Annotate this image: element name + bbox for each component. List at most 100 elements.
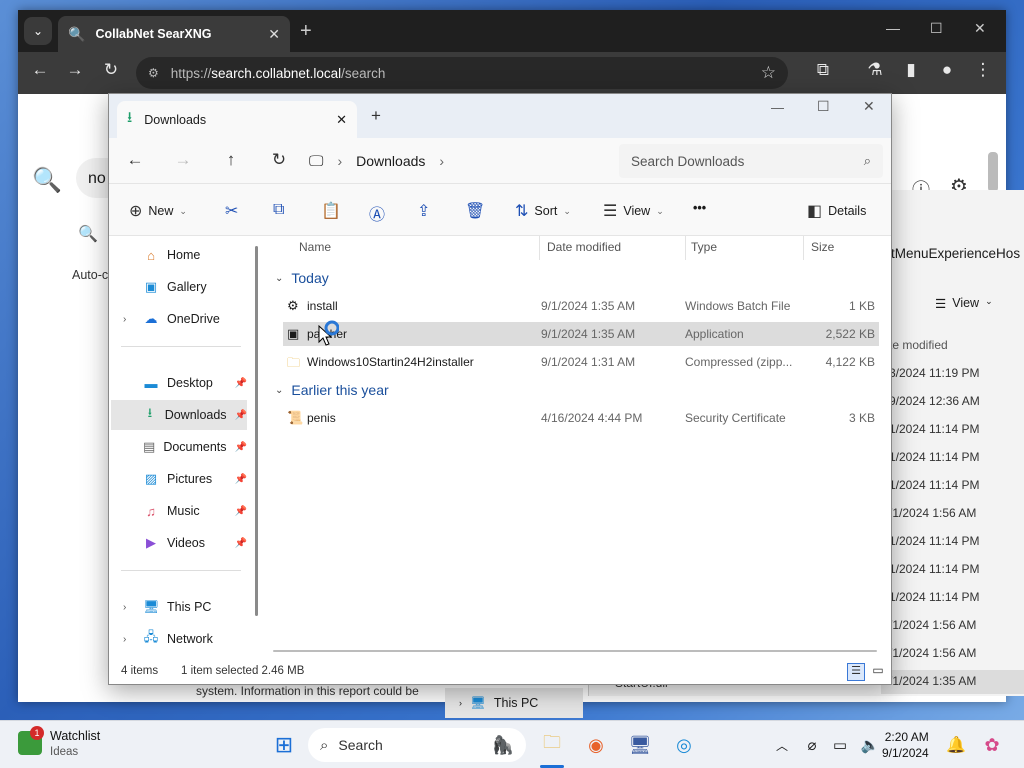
close-tab-icon[interactable]: ✕ — [268, 26, 280, 43]
refresh-icon[interactable]: ↻ — [267, 150, 291, 170]
firefox-icon[interactable]: ◉ — [582, 731, 610, 759]
notifications-bell-icon[interactable]: 🔔 — [942, 731, 970, 759]
extensions-icon[interactable]: ⧉ — [810, 60, 836, 80]
nav-item-videos[interactable]: ▶Videos📌 — [111, 528, 247, 558]
sort-button[interactable]: ⇅Sort⌄ — [515, 201, 571, 221]
start-windows-icon[interactable]: ⊞ — [270, 731, 298, 759]
delete-button[interactable]: 🗑 — [465, 201, 485, 221]
widget-title[interactable]: Watchlist — [50, 729, 100, 743]
nav-item-desktop[interactable]: ▬Desktop📌 — [111, 368, 247, 398]
labs-icon[interactable]: ⚗ — [862, 60, 888, 80]
group-header-earlier[interactable]: ⌄Earlier this year — [275, 382, 389, 398]
more-options-button[interactable]: ••• — [693, 201, 706, 215]
explorer2-view-button[interactable]: ☰View⌄ — [935, 296, 993, 311]
nav-item-documents[interactable]: ▤Documents📌 — [111, 432, 247, 462]
nav-item-music[interactable]: ♫Music📌 — [111, 496, 247, 526]
nav-item-home[interactable]: ⌂Home — [111, 240, 247, 270]
tiles-view-icon[interactable]: ▭ — [869, 663, 887, 681]
rename-button[interactable]: Ⓐ — [369, 201, 385, 225]
close-tab-icon[interactable]: ✕ — [336, 112, 347, 128]
pin-icon[interactable]: 📌 — [235, 538, 247, 549]
new-tab-button[interactable]: + — [371, 106, 381, 126]
profile-avatar[interactable]: ● — [934, 60, 960, 80]
back-icon[interactable]: ← — [123, 150, 147, 170]
browser-tab[interactable]: 🔍 CollabNet SearXNG ✕ — [58, 16, 290, 52]
reload-icon[interactable]: ↻ — [98, 60, 124, 80]
menu-icon[interactable]: ⋮ — [970, 60, 996, 80]
details-button[interactable]: ◧Details — [807, 201, 866, 221]
nav-item-gallery[interactable]: ▣Gallery — [111, 272, 247, 302]
chevron-right-icon[interactable]: › — [123, 602, 126, 613]
page-scrollbar[interactable] — [988, 152, 998, 192]
nav-item-network[interactable]: ›🖧Network — [111, 624, 247, 654]
up-icon[interactable]: ↑ — [219, 150, 243, 170]
forward-icon[interactable]: → — [171, 150, 195, 170]
chevron-right-icon[interactable]: › — [123, 314, 126, 325]
display-icon[interactable]: ▭ — [826, 731, 854, 759]
search-downloads-input[interactable]: Search Downloads ⌕ — [619, 144, 883, 178]
gallery-icon: ▣ — [143, 279, 159, 295]
maximize-icon[interactable]: ☐ — [817, 98, 830, 115]
site-info-icon[interactable]: ⚙ — [148, 66, 159, 80]
network-off-icon[interactable]: ⌀ — [798, 731, 826, 759]
details-view-icon[interactable]: ☰ — [847, 663, 865, 681]
copy-button[interactable]: ⧉ — [273, 201, 284, 219]
file-row[interactable]: 📜 penis 4/16/2024 4:44 PM Security Certi… — [283, 406, 879, 430]
taskbar-search[interactable]: ⌕ Search 🦍 — [308, 728, 526, 762]
system-clock[interactable]: 2:20 AM 9/1/2024 — [882, 729, 929, 761]
nav-item-pictures[interactable]: ▨Pictures📌 — [111, 464, 247, 494]
chrome-icon[interactable]: ◎ — [670, 731, 698, 759]
tab-search-dropdown[interactable]: ⌄ — [24, 17, 52, 45]
volume-icon[interactable]: 🔈 — [856, 731, 884, 759]
group-header-today[interactable]: ⌄Today — [275, 270, 329, 286]
file-row-selected[interactable]: ▣ patcher 9/1/2024 1:35 AM Application 2… — [283, 322, 879, 346]
pin-icon[interactable]: 📌 — [235, 442, 247, 453]
minimize-icon[interactable]: — — [771, 100, 784, 115]
column-header-date[interactable]: Date modified — [547, 240, 621, 254]
general-tab-icon[interactable]: 🔍 — [78, 224, 98, 244]
cut-button[interactable]: ✂ — [225, 201, 238, 221]
pin-icon[interactable]: 📌 — [235, 474, 247, 485]
column-header-type[interactable]: Type — [691, 240, 717, 254]
back-icon[interactable]: ← — [27, 60, 53, 80]
paste-button[interactable]: 📋 — [321, 201, 341, 221]
searxng-search-icon[interactable]: 🔍 — [32, 166, 62, 195]
pin-icon[interactable]: 📌 — [235, 378, 247, 389]
breadcrumb-downloads[interactable]: Downloads — [356, 153, 425, 169]
address-bar[interactable]: ⚙ https://search.collabnet.local/search … — [136, 57, 788, 89]
explorer2-nav-thispc[interactable]: ›🖥This PC — [445, 688, 583, 718]
pin-icon[interactable]: 📌 — [235, 410, 247, 421]
bookmark-star-icon[interactable]: ☆ — [761, 63, 776, 83]
maximize-icon[interactable]: ☐ — [930, 20, 943, 37]
horizontal-scrollbar[interactable] — [273, 650, 877, 652]
close-window-icon[interactable]: ✕ — [863, 98, 875, 115]
file-explorer-icon[interactable]: 🗀 — [538, 731, 566, 759]
nav-item-thispc[interactable]: ›🖥This PC — [111, 592, 247, 622]
copilot-icon[interactable]: ✿ — [978, 731, 1006, 759]
forward-icon[interactable]: → — [62, 60, 88, 80]
file-row[interactable]: 🗀 Windows10Startin24H2installer 9/1/2024… — [283, 350, 879, 374]
share-button[interactable]: ⇪ — [417, 201, 430, 221]
breadcrumb[interactable]: 🖵 › Downloads › — [309, 144, 601, 178]
column-header-size[interactable]: Size — [811, 240, 834, 254]
column-separator[interactable] — [685, 236, 686, 260]
file-row[interactable]: ⚙ install 9/1/2024 1:35 AM Windows Batch… — [283, 294, 879, 318]
new-button[interactable]: ⊕New⌄ — [129, 201, 187, 221]
remote-desktop-icon[interactable]: 🖥 — [626, 731, 654, 759]
explorer-tab-downloads[interactable]: ⭳ Downloads ✕ — [117, 101, 357, 138]
browser-tabstrip: ⌄ 🔍 CollabNet SearXNG ✕ + — ☐ ✕ — [18, 10, 1006, 52]
minimize-icon[interactable]: — — [886, 20, 900, 36]
nav-scrollbar[interactable] — [255, 246, 258, 616]
close-window-icon[interactable]: ✕ — [974, 20, 986, 37]
view-button[interactable]: ☰View⌄ — [603, 201, 664, 221]
nav-item-downloads[interactable]: ⭳Downloads📌 — [111, 400, 247, 430]
column-separator[interactable] — [803, 236, 804, 260]
column-header-name[interactable]: Name — [299, 240, 331, 254]
nav-item-onedrive[interactable]: ›☁OneDrive — [111, 304, 247, 334]
chevron-up-icon[interactable]: ︿ — [768, 731, 796, 759]
sidepanel-icon[interactable]: ▮ — [898, 60, 924, 80]
new-tab-button[interactable]: + — [300, 20, 312, 43]
pin-icon[interactable]: 📌 — [235, 506, 247, 517]
chevron-right-icon[interactable]: › — [123, 634, 126, 645]
column-separator[interactable] — [539, 236, 540, 260]
